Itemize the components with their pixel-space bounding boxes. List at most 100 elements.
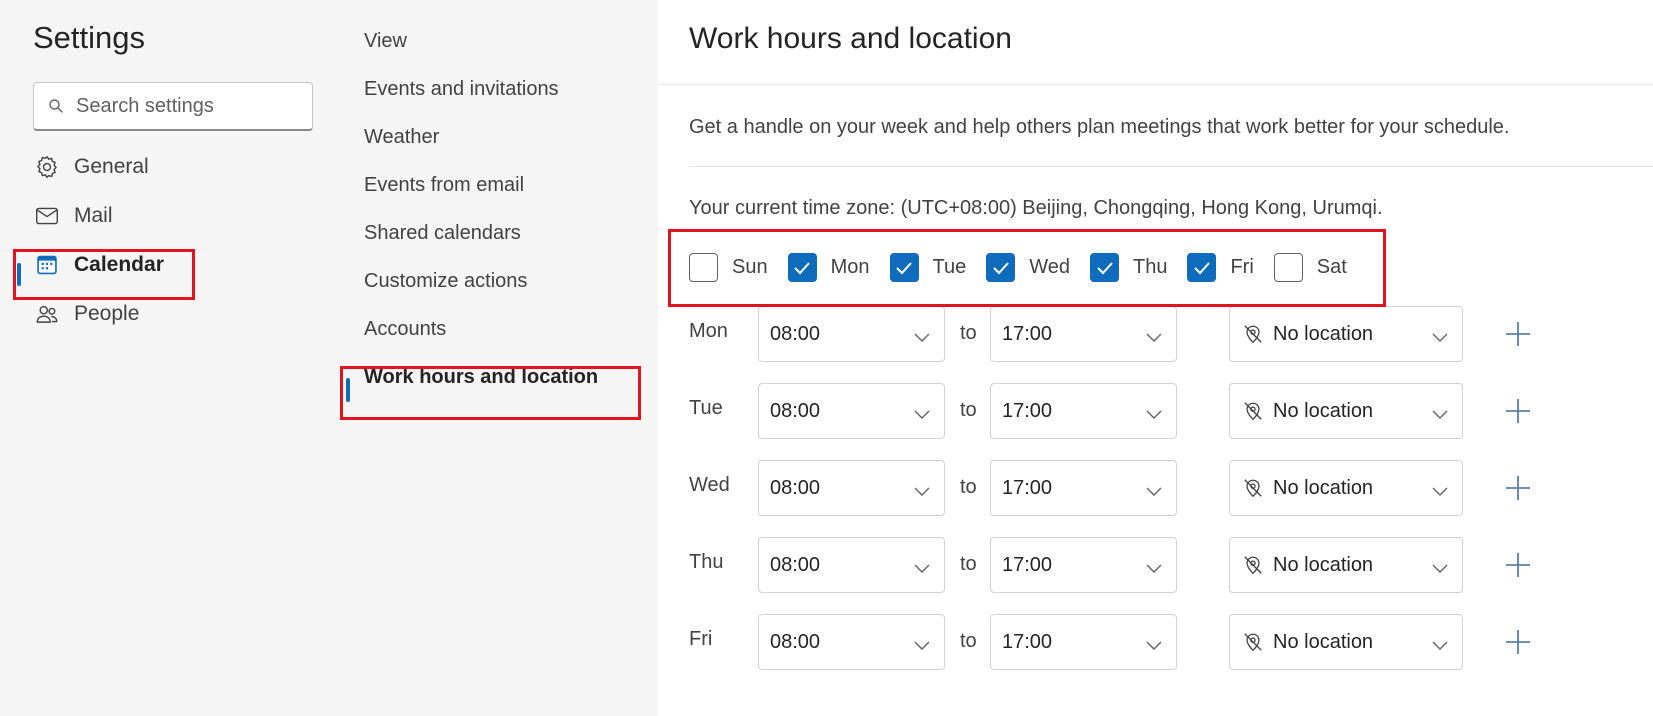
people-icon [33, 300, 61, 328]
highlight-box-work-hours [340, 366, 641, 420]
page-title: Work hours and location [689, 22, 1012, 55]
location-off-icon [1242, 323, 1264, 345]
start-time-dropdown[interactable]: 08:00 [758, 383, 945, 439]
plus-icon [1503, 627, 1533, 662]
search-icon [48, 98, 64, 114]
end-time-dropdown[interactable]: 17:00 [990, 614, 1177, 670]
location-off-icon [1242, 400, 1264, 422]
end-time-value: 17:00 [1002, 322, 1053, 345]
chevron-down-icon [913, 403, 931, 426]
nav-item-general[interactable]: General [33, 147, 149, 187]
to-label: to [960, 399, 977, 421]
start-time-value: 08:00 [770, 399, 821, 422]
end-time-dropdown[interactable]: 17:00 [990, 383, 1177, 439]
end-time-value: 17:00 [1002, 630, 1053, 653]
start-time-value: 08:00 [770, 476, 821, 499]
chevron-down-icon [913, 557, 931, 580]
start-time-value: 08:00 [770, 322, 821, 345]
location-off-icon [1242, 554, 1264, 576]
search-input[interactable] [76, 94, 296, 118]
to-label: to [960, 322, 977, 344]
chevron-down-icon [1431, 557, 1449, 580]
location-value: No location [1273, 322, 1374, 345]
chevron-down-icon [1145, 480, 1163, 503]
start-time-dropdown[interactable]: 08:00 [758, 306, 945, 362]
chevron-down-icon [1145, 634, 1163, 657]
plus-icon [1503, 396, 1533, 431]
chevron-down-icon [1145, 557, 1163, 580]
to-label: to [960, 630, 977, 652]
add-time-button[interactable] [1503, 627, 1533, 657]
start-time-value: 08:00 [770, 553, 821, 576]
to-label: to [960, 553, 977, 575]
start-time-dropdown[interactable]: 08:00 [758, 460, 945, 516]
chevron-down-icon [1431, 480, 1449, 503]
chevron-down-icon [1145, 326, 1163, 349]
highlight-box-workdays [668, 229, 1386, 307]
plus-icon [1503, 473, 1533, 508]
to-label: to [960, 476, 977, 498]
highlight-box-calendar [13, 249, 195, 300]
schedule-day-label: Tue [689, 397, 723, 419]
schedule-row-fri: Fri 08:00 to 17:00 No location [689, 614, 1653, 670]
start-time-dropdown[interactable]: 08:00 [758, 614, 945, 670]
nav-item-people[interactable]: People [33, 294, 139, 334]
calendar-settings-menu: View Events and invitations Weather Even… [346, 0, 658, 716]
schedule-row-tue: Tue 08:00 to 17:00 No location [689, 383, 1653, 439]
location-value: No location [1273, 399, 1374, 422]
schedule-day-label: Wed [689, 474, 730, 496]
nav-item-label: General [74, 155, 149, 178]
start-time-value: 08:00 [770, 630, 821, 653]
chevron-down-icon [1431, 326, 1449, 349]
divider [689, 166, 1653, 167]
menu-item-events-from-email[interactable]: Events from email [364, 174, 524, 197]
plus-icon [1503, 550, 1533, 585]
location-dropdown[interactable]: No location [1229, 383, 1463, 439]
mail-icon [33, 202, 61, 230]
start-time-dropdown[interactable]: 08:00 [758, 537, 945, 593]
chevron-down-icon [1431, 403, 1449, 426]
menu-item-events-and-invitations[interactable]: Events and invitations [364, 78, 559, 101]
settings-title: Settings [33, 20, 146, 55]
nav-item-label: People [74, 302, 140, 325]
page-description: Get a handle on your week and help other… [689, 116, 1510, 138]
chevron-down-icon [913, 326, 931, 349]
location-value: No location [1273, 630, 1374, 653]
settings-nav-pane: Settings General Mail Calendar People [0, 0, 346, 716]
add-time-button[interactable] [1503, 396, 1533, 426]
end-time-dropdown[interactable]: 17:00 [990, 460, 1177, 516]
chevron-down-icon [913, 634, 931, 657]
menu-item-customize-actions[interactable]: Customize actions [364, 270, 527, 293]
location-dropdown[interactable]: No location [1229, 537, 1463, 593]
schedule-day-label: Mon [689, 320, 728, 342]
menu-item-accounts[interactable]: Accounts [364, 318, 446, 341]
end-time-value: 17:00 [1002, 553, 1053, 576]
add-time-button[interactable] [1503, 319, 1533, 349]
location-value: No location [1273, 553, 1374, 576]
chevron-down-icon [1431, 634, 1449, 657]
search-box[interactable] [33, 82, 313, 131]
chevron-down-icon [1145, 403, 1163, 426]
end-time-dropdown[interactable]: 17:00 [990, 306, 1177, 362]
menu-item-weather[interactable]: Weather [364, 126, 439, 149]
schedule-row-wed: Wed 08:00 to 17:00 No location [689, 460, 1653, 516]
timezone-text: Your current time zone: (UTC+08:00) Beij… [689, 197, 1383, 219]
location-dropdown[interactable]: No location [1229, 306, 1463, 362]
location-value: No location [1273, 476, 1374, 499]
location-off-icon [1242, 631, 1264, 653]
location-dropdown[interactable]: No location [1229, 614, 1463, 670]
schedule-row-mon: Mon 08:00 to 17:00 No location [689, 306, 1653, 362]
add-time-button[interactable] [1503, 473, 1533, 503]
location-off-icon [1242, 477, 1264, 499]
schedule-day-label: Thu [689, 551, 724, 573]
menu-item-shared-calendars[interactable]: Shared calendars [364, 222, 521, 245]
gear-icon [33, 153, 61, 181]
schedule-day-label: Fri [689, 628, 713, 650]
add-time-button[interactable] [1503, 550, 1533, 580]
menu-item-view[interactable]: View [364, 30, 407, 53]
end-time-dropdown[interactable]: 17:00 [990, 537, 1177, 593]
location-dropdown[interactable]: No location [1229, 460, 1463, 516]
nav-item-mail[interactable]: Mail [33, 196, 113, 236]
end-time-value: 17:00 [1002, 476, 1053, 499]
work-hours-panel: Work hours and location Get a handle on … [658, 0, 1653, 716]
